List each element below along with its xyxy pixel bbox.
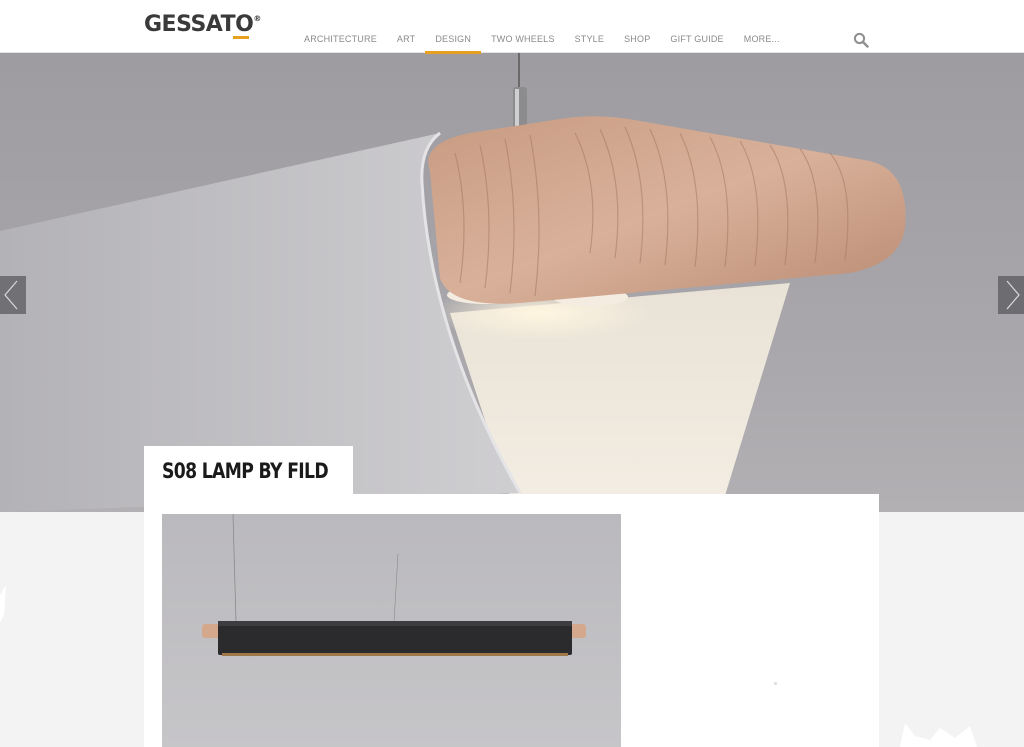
article-card — [144, 494, 879, 747]
logo-text: GESSATO — [144, 12, 254, 37]
background-decoration-right — [900, 723, 977, 747]
nav-item-art[interactable]: ART — [387, 34, 425, 54]
article-title-tab: S08 LAMP BY FILD — [144, 446, 353, 496]
slider-next-button[interactable] — [998, 276, 1024, 314]
product-photo[interactable] — [162, 514, 621, 747]
site-logo[interactable]: GESSATO® — [144, 12, 261, 37]
main-nav: ARCHITECTURE ART DESIGN TWO WHEELS STYLE… — [294, 34, 790, 54]
logo-registered-mark: ® — [253, 14, 261, 23]
site-header: GESSATO® ARCHITECTURE ART DESIGN TWO WHE… — [0, 0, 1024, 54]
nav-item-shop[interactable]: SHOP — [614, 34, 660, 54]
logo-accent-bar — [233, 36, 249, 39]
chevron-right-icon — [1006, 280, 1020, 310]
chevron-left-icon — [4, 280, 18, 310]
hero-image — [0, 53, 1024, 512]
background-decoration-left — [0, 585, 6, 623]
nav-item-gift-guide[interactable]: GIFT GUIDE — [660, 34, 733, 54]
nav-item-design[interactable]: DESIGN — [425, 34, 481, 54]
nav-item-more[interactable]: MORE... — [734, 34, 790, 54]
nav-item-style[interactable]: STYLE — [565, 34, 615, 54]
slider-prev-button[interactable] — [0, 276, 26, 314]
article-title: S08 LAMP BY FILD — [162, 459, 329, 483]
nav-item-architecture[interactable]: ARCHITECTURE — [294, 34, 387, 54]
hero-slider — [0, 53, 1024, 512]
decorative-dot — [774, 682, 777, 685]
nav-item-two-wheels[interactable]: TWO WHEELS — [481, 34, 565, 54]
search-icon[interactable] — [853, 32, 869, 48]
